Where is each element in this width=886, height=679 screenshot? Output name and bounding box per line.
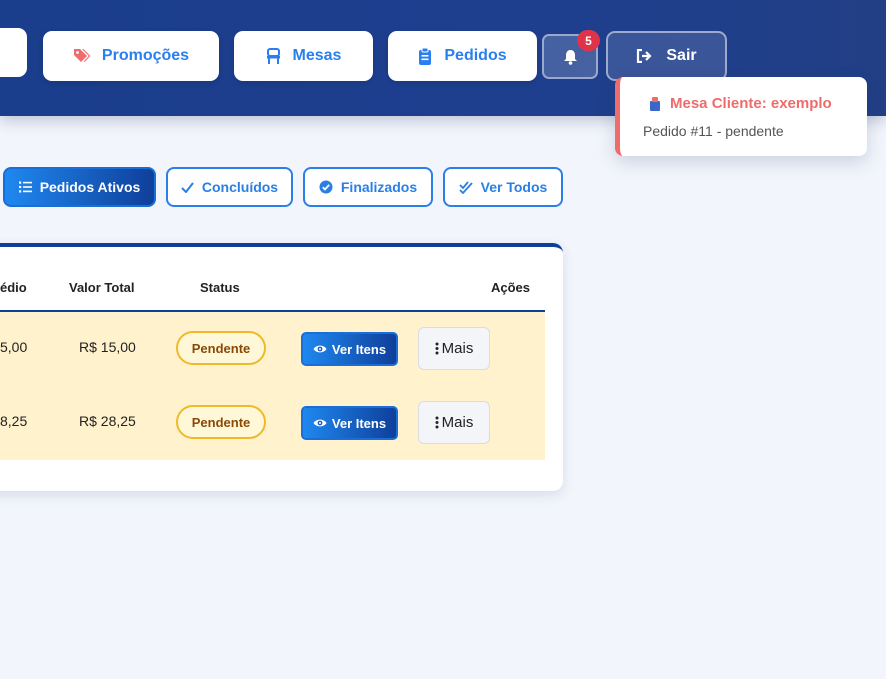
chair-icon (266, 48, 280, 64)
pedidos-label: Pedidos (444, 47, 507, 64)
notification-body: Pedido #11 - pendente (643, 123, 784, 139)
eye-icon (313, 345, 327, 353)
total-cell: R$ 28,25 (79, 413, 136, 429)
promocoes-button[interactable]: Promoções (43, 31, 219, 81)
orders-table: édio Valor Total Status Ações 5,00 R$ 15… (0, 243, 563, 491)
more-vertical-icon (435, 416, 439, 429)
notification-title-row: Mesa Cliente: exemplo (648, 95, 832, 112)
check-circle-icon (319, 180, 333, 194)
bell-icon (563, 49, 577, 65)
tab-label: Finalizados (340, 179, 418, 195)
status-badge: Pendente (176, 331, 266, 365)
ver-itens-button[interactable]: Ver Itens (301, 406, 398, 440)
mesas-button[interactable]: Mesas (234, 31, 373, 81)
tags-icon (73, 49, 90, 62)
column-header-total: Valor Total (69, 280, 135, 295)
mais-dropdown-button[interactable]: Mais (418, 401, 490, 444)
promocoes-label: Promoções (101, 47, 190, 64)
ver-itens-label: Ver Itens (331, 415, 387, 431)
logout-button[interactable]: Sair (606, 31, 727, 81)
tab-label: Pedidos Ativos (39, 179, 141, 195)
table-row: 8,25 R$ 28,25 Pendente Ver Itens Mais (0, 386, 545, 460)
mais-dropdown-button[interactable]: Mais (418, 327, 490, 370)
clipboard-icon (419, 47, 432, 65)
ver-itens-label: Ver Itens (331, 341, 387, 357)
search-box[interactable] (0, 28, 27, 77)
column-header-actions: Ações (491, 280, 531, 295)
table-row: 5,00 R$ 15,00 Pendente Ver Itens Mais (0, 312, 545, 386)
column-header-avg: édio (0, 280, 27, 295)
mais-label: Mais (441, 414, 474, 431)
pedidos-button[interactable]: Pedidos (388, 31, 537, 81)
tab-label: Concluídos (201, 179, 279, 195)
tab-pedidos-ativos[interactable]: Pedidos Ativos (3, 167, 156, 207)
avg-cell: 5,00 (0, 339, 28, 355)
notification-count-badge: 5 (577, 30, 600, 51)
logout-label: Sair (666, 47, 697, 64)
tab-finalizados[interactable]: Finalizados (303, 167, 433, 207)
logout-icon (637, 49, 652, 63)
avg-cell: 8,25 (0, 413, 28, 429)
double-check-icon (459, 180, 473, 194)
mais-label: Mais (441, 340, 474, 357)
mesas-label: Mesas (292, 47, 342, 64)
status-badge: Pendente (176, 405, 266, 439)
list-icon (18, 181, 32, 193)
eye-icon (313, 419, 327, 427)
notification-title: Mesa Cliente: exemplo (670, 95, 832, 112)
tab-ver-todos[interactable]: Ver Todos (443, 167, 563, 207)
table-order-icon (650, 97, 660, 111)
column-header-status: Status (200, 280, 240, 295)
check-icon (181, 181, 194, 193)
tab-label: Ver Todos (480, 179, 548, 195)
tab-concluidos[interactable]: Concluídos (166, 167, 293, 207)
more-vertical-icon (435, 342, 439, 355)
ver-itens-button[interactable]: Ver Itens (301, 332, 398, 366)
notification-toast[interactable]: Mesa Cliente: exemplo Pedido #11 - pende… (615, 77, 867, 156)
total-cell: R$ 15,00 (79, 339, 136, 355)
